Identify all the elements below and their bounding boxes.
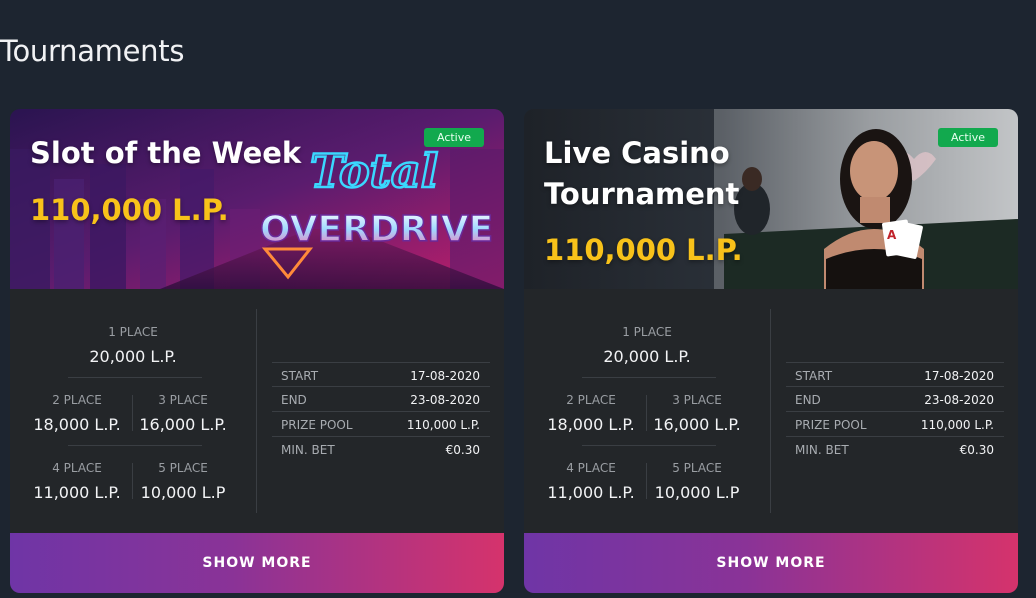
- card-title-line: Tournament: [544, 177, 740, 211]
- tournament-card-live-casino: A Live Casino Tournament 110,000 L.P. Ac…: [524, 109, 1018, 593]
- place-1-label: 1 PLACE: [108, 325, 158, 339]
- panel-divider: [770, 309, 771, 513]
- tournament-info-table: START 17-08-2020 END 23-08-2020 PRIZE PO…: [786, 362, 1004, 462]
- info-key: START: [281, 369, 319, 383]
- art-total-text: Total: [310, 144, 438, 198]
- info-key: END: [281, 393, 307, 407]
- info-key: END: [795, 393, 821, 407]
- status-badge: Active: [938, 128, 998, 147]
- card-banner: Total OVERDRIVE Slot of the Week 110,000…: [10, 109, 504, 289]
- card-title: Slot of the Week: [30, 136, 302, 170]
- info-row-start: START 17-08-2020: [786, 362, 1004, 387]
- info-key: PRIZE POOL: [795, 418, 867, 432]
- place-3-label: 3 PLACE: [672, 393, 722, 407]
- info-row-end: END 23-08-2020: [786, 387, 1004, 412]
- info-key: MIN. BET: [281, 443, 335, 457]
- info-value: 17-08-2020: [924, 369, 994, 383]
- place-divider: [582, 445, 716, 446]
- info-value: 23-08-2020: [410, 393, 480, 407]
- card-title-line: Live Casino: [544, 136, 730, 170]
- place-3-value: 16,000 L.P.: [139, 415, 227, 434]
- place-2-value: 18,000 L.P.: [33, 415, 121, 434]
- info-row-min-bet: MIN. BET €0.30: [786, 437, 1004, 462]
- place-4-label: 4 PLACE: [566, 461, 616, 475]
- place-5-label: 5 PLACE: [672, 461, 722, 475]
- card-banner: A Live Casino Tournament 110,000 L.P. Ac…: [524, 109, 1018, 289]
- place-5-value: 10,000 L.P: [140, 483, 226, 502]
- card-prize: 110,000 L.P.: [30, 193, 229, 227]
- tournament-card-slot-of-the-week: Total OVERDRIVE Slot of the Week 110,000…: [10, 109, 504, 593]
- info-row-end: END 23-08-2020: [272, 387, 490, 412]
- art-overdrive-text: OVERDRIVE: [260, 209, 493, 250]
- place-4-label: 4 PLACE: [52, 461, 102, 475]
- info-key: MIN. BET: [795, 443, 849, 457]
- playing-card-icon: A: [887, 228, 897, 242]
- show-more-button[interactable]: SHOW MORE: [10, 533, 504, 593]
- places-panel: 1 PLACE 20,000 L.P. 2 PLACE 18,000 L.P. …: [10, 289, 256, 533]
- place-5-label: 5 PLACE: [158, 461, 208, 475]
- place-2-label: 2 PLACE: [566, 393, 616, 407]
- info-row-prize-pool: PRIZE POOL 110,000 L.P.: [786, 412, 1004, 437]
- info-value: 17-08-2020: [410, 369, 480, 383]
- info-row-min-bet: MIN. BET €0.30: [272, 437, 490, 462]
- info-value: 110,000 L.P.: [406, 418, 480, 432]
- place-divider: [582, 377, 716, 378]
- place-4-value: 11,000 L.P.: [33, 483, 121, 502]
- info-row-start: START 17-08-2020: [272, 362, 490, 387]
- tournament-info-table: START 17-08-2020 END 23-08-2020 PRIZE PO…: [272, 362, 490, 462]
- card-prize: 110,000 L.P.: [544, 233, 743, 267]
- panel-divider: [256, 309, 257, 513]
- place-3-label: 3 PLACE: [158, 393, 208, 407]
- card-title: Live Casino Tournament: [544, 133, 739, 215]
- info-value: €0.30: [445, 443, 480, 457]
- place-2-value: 18,000 L.P.: [547, 415, 635, 434]
- places-panel: 1 PLACE 20,000 L.P. 2 PLACE 18,000 L.P. …: [524, 289, 770, 533]
- info-value: 110,000 L.P.: [920, 418, 994, 432]
- page-title: Tournaments: [0, 34, 185, 68]
- place-1-value: 20,000 L.P.: [603, 347, 691, 366]
- place-3-value: 16,000 L.P.: [653, 415, 741, 434]
- place-divider: [68, 445, 202, 446]
- place-1-label: 1 PLACE: [622, 325, 672, 339]
- info-value: €0.30: [959, 443, 994, 457]
- place-4-value: 11,000 L.P.: [547, 483, 635, 502]
- info-key: PRIZE POOL: [281, 418, 353, 432]
- place-divider: [68, 377, 202, 378]
- info-key: START: [795, 369, 833, 383]
- place-5-value: 10,000 L.P: [654, 483, 740, 502]
- status-badge: Active: [424, 128, 484, 147]
- place-2-label: 2 PLACE: [52, 393, 102, 407]
- show-more-button[interactable]: SHOW MORE: [524, 533, 1018, 593]
- place-1-value: 20,000 L.P.: [89, 347, 177, 366]
- info-value: 23-08-2020: [924, 393, 994, 407]
- info-row-prize-pool: PRIZE POOL 110,000 L.P.: [272, 412, 490, 437]
